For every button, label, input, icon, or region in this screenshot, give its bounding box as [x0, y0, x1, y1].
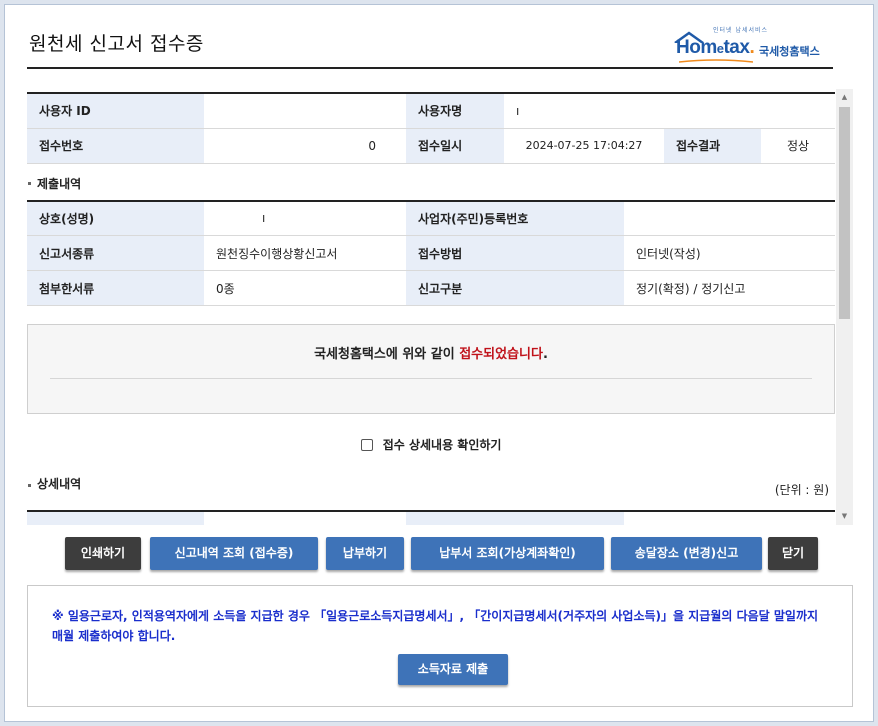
scroll-up-icon[interactable]: ▲ [836, 89, 853, 106]
bullet-icon [28, 181, 31, 185]
attach-label: 첨부한서류 [27, 270, 204, 306]
vertical-scrollbar[interactable]: ▲ ▼ [836, 89, 853, 525]
category-value: 정기(확정) / 정기신고 [624, 270, 835, 306]
method-value: 인터넷(작성) [624, 235, 835, 271]
table-row [27, 511, 835, 525]
page-header: 원천세 신고서 접수증 인터넷 납세서비스 Hometax. 국세청홈택스 [27, 23, 833, 69]
user-name-value: ı [504, 93, 836, 129]
receipt-content: 사용자 ID 사용자명 ı 접수번호 0 접수일시 2024-07-25 17:… [27, 89, 836, 525]
confirm-details-label[interactable]: 접수 상세내용 확인하기 [383, 438, 502, 452]
receipt-info-table: 사용자 ID 사용자명 ı 접수번호 0 접수일시 2024-07-25 17:… [27, 92, 836, 164]
delivery-address-button[interactable]: 송달장소 (변경)신고 [611, 537, 762, 570]
user-id-value [204, 93, 406, 129]
confirm-details-checkbox[interactable] [360, 438, 373, 451]
history-button[interactable]: 신고내역 조회 (접수증) [150, 537, 318, 570]
income-submission-box: ※ 일용근로자, 인적용역자에게 소득을 지급한 경우 「일용근로소득지급명세서… [27, 585, 853, 707]
details-table [27, 510, 835, 525]
page-title: 원천세 신고서 접수증 [29, 33, 204, 55]
user-id-label: 사용자 ID [27, 93, 204, 129]
income-submit-button[interactable]: 소득자료 제출 [398, 654, 508, 685]
receipt-notice-box: 국세청홈택스에 위와 같이 접수되었습니다. [27, 324, 835, 414]
receipt-no-value: 0 [204, 128, 406, 164]
close-button[interactable]: 닫기 [768, 537, 818, 570]
submission-table: 상호(성명) ı 사업자(주민)등록번호 신고서종류 원천징수이행상황신고서 접… [27, 199, 835, 306]
result-value: 정상 [761, 128, 836, 164]
receipt-notice-text: 국세청홈택스에 위와 같이 접수되었습니다. [314, 347, 548, 362]
pay-button[interactable]: 납부하기 [326, 537, 404, 570]
company-value: ı [204, 200, 406, 236]
swoosh-icon [679, 59, 753, 63]
table-row: 사용자 ID 사용자명 ı [27, 93, 836, 129]
attach-value: 0종 [204, 270, 406, 306]
receipt-datetime-label: 접수일시 [406, 128, 504, 164]
table-row: 첨부한서류 0종 신고구분 정기(확정) / 정기신고 [27, 270, 835, 306]
submission-section-title: 제출내역 [27, 164, 835, 200]
details-section-title: 상세내역 (단위 : 원) [27, 476, 835, 510]
confirm-details-checkbox-row[interactable]: 접수 상세내용 확인하기 [27, 414, 835, 476]
receipt-scroll-area[interactable]: 사용자 ID 사용자명 ı 접수번호 0 접수일시 2024-07-25 17:… [27, 89, 853, 525]
regno-label: 사업자(주민)등록번호 [406, 200, 624, 236]
regno-value [624, 200, 835, 236]
scroll-thumb[interactable] [839, 107, 850, 319]
action-buttons: 인쇄하기 신고내역 조회 (접수증) 납부하기 납부서 조회(가상계좌확인) 송… [5, 537, 875, 571]
logo-korean: 국세청홈택스 [759, 45, 820, 58]
details-unit: (단위 : 원) [774, 483, 829, 497]
receipt-datetime-value: 2024-07-25 17:04:27 [504, 128, 664, 164]
table-row: 접수번호 0 접수일시 2024-07-25 17:04:27 접수결과 정상 [27, 128, 836, 164]
table-row: 신고서종류 원천징수이행상황신고서 접수방법 인터넷(작성) [27, 235, 835, 271]
user-name-label: 사용자명 [406, 93, 504, 129]
payment-slip-button[interactable]: 납부서 조회(가상계좌확인) [411, 537, 604, 570]
category-label: 신고구분 [406, 270, 624, 306]
hometax-logo: 인터넷 납세서비스 Hometax. 국세청홈택스 [673, 25, 833, 63]
income-submission-notice: ※ 일용근로자, 인적용역자에게 소득을 지급한 경우 「일용근로소득지급명세서… [52, 609, 819, 643]
table-row: 상호(성명) ı 사업자(주민)등록번호 [27, 200, 835, 236]
form-type-value: 원천징수이행상황신고서 [204, 235, 406, 271]
receipt-window: 원천세 신고서 접수증 인터넷 납세서비스 Hometax. 국세청홈택스 사용… [4, 4, 874, 722]
bullet-icon [28, 484, 31, 487]
logo-brand: Hometax. [676, 37, 755, 58]
method-label: 접수방법 [406, 235, 624, 271]
company-label: 상호(성명) [27, 200, 204, 236]
receipt-no-label: 접수번호 [27, 128, 204, 164]
print-button[interactable]: 인쇄하기 [65, 537, 141, 570]
form-type-label: 신고서종류 [27, 235, 204, 271]
result-label: 접수결과 [664, 128, 761, 164]
scroll-down-icon[interactable]: ▼ [836, 508, 853, 525]
notice-divider [50, 378, 812, 379]
